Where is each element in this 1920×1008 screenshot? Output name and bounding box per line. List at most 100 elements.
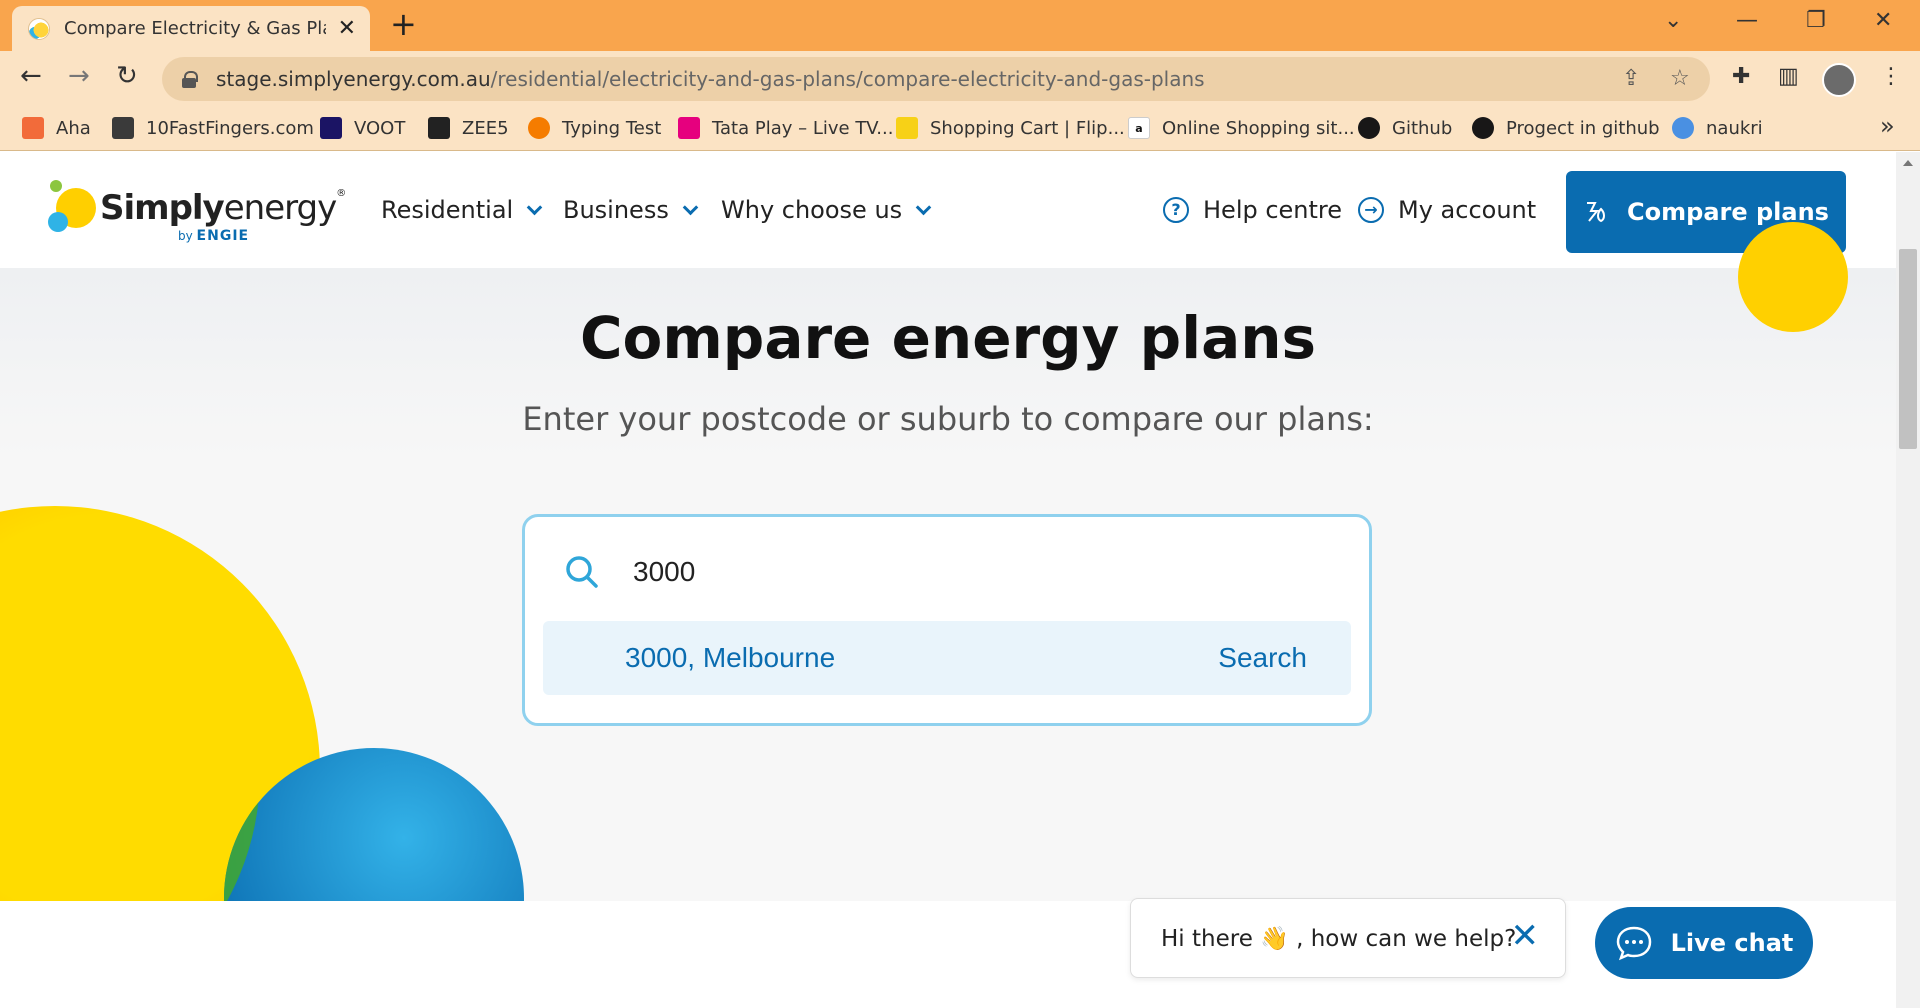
suggestion-item[interactable]: 3000, Melbourne Search [543, 621, 1351, 695]
question-circle-icon: ? [1163, 197, 1189, 223]
bookmark-label: Aha [56, 117, 91, 139]
tab-title: Compare Electricity & Gas Plans | [64, 18, 326, 39]
site-header: Simplyenergy® by ENGIE Residential Busin… [0, 152, 1896, 268]
live-chat-label: Live chat [1670, 929, 1794, 957]
suggestion-search-link[interactable]: Search [1218, 642, 1307, 674]
scroll-thumb[interactable] [1899, 249, 1917, 449]
bookmark-label: Github [1392, 117, 1453, 139]
bookmark-label: VOOT [354, 117, 406, 139]
nav-why-choose-us[interactable]: Why choose us [721, 196, 932, 224]
hero-section: Compare energy plans Enter your postcode… [0, 268, 1896, 901]
logo-wordmark: Simplyenergy® [100, 188, 346, 228]
back-arrow-icon[interactable]: ← [20, 63, 42, 89]
chrome-menu-icon[interactable]: ⋮ [1880, 64, 1902, 89]
side-panel-icon[interactable]: ▥ [1778, 64, 1799, 89]
10fastfingers-icon [112, 117, 134, 139]
bookmark-item[interactable]: Shopping Cart | Flip... [896, 117, 1125, 139]
chevron-down-icon [915, 199, 932, 215]
extensions-puzzle-icon[interactable]: ✚ [1732, 64, 1750, 89]
bookmarks-more-button[interactable]: » [1880, 112, 1895, 140]
postcode-search-input[interactable] [633, 556, 1233, 588]
reload-icon[interactable]: ↻ [116, 63, 138, 89]
suggestion-text: 3000, Melbourne [625, 642, 836, 673]
my-account-link[interactable]: → My account [1358, 196, 1536, 224]
bookmark-item[interactable]: 10FastFingers.com [112, 117, 314, 139]
bookmarks-bar: Aha 10FastFingers.com VOOT ZEE5 Typing T… [0, 107, 1920, 151]
page-scrollbar[interactable] [1896, 152, 1920, 1008]
bookmark-item[interactable]: Tata Play – Live TV... [678, 117, 893, 139]
naukri-icon [1672, 117, 1694, 139]
bookmark-item[interactable]: naukri [1672, 117, 1763, 139]
bookmark-item[interactable]: Typing Test [528, 117, 661, 139]
forward-arrow-icon[interactable]: → [68, 63, 90, 89]
bookmark-item[interactable]: Progect in github [1472, 117, 1660, 139]
github-icon [1358, 117, 1380, 139]
flipkart-icon [896, 117, 918, 139]
tab-close-icon[interactable]: ✕ [338, 17, 356, 40]
aha-icon [22, 117, 44, 139]
chat-close-icon[interactable]: ✕ [1511, 919, 1540, 953]
simply-energy-logo[interactable]: Simplyenergy® by ENGIE [46, 178, 346, 244]
bookmark-label: naukri [1706, 117, 1763, 139]
nav-label: Business [563, 196, 669, 224]
live-chat-button[interactable]: Live chat [1595, 907, 1813, 979]
amazon-icon: a [1128, 117, 1150, 139]
bookmark-label: 10FastFingers.com [146, 117, 314, 139]
address-bar[interactable]: stage.simplyenergy.com.au/residential/el… [162, 57, 1710, 101]
web-page: Simplyenergy® by ENGIE Residential Busin… [0, 152, 1896, 1008]
close-window-icon[interactable]: ✕ [1874, 8, 1892, 33]
chat-greeting-text: Hi there 👋 , how can we help? [1161, 925, 1517, 952]
logo-energy: energy [223, 188, 337, 228]
chevron-down-icon [526, 199, 543, 215]
bookmark-item[interactable]: Aha [22, 117, 91, 139]
energy-compare-icon [1587, 202, 1606, 223]
page-title: Compare energy plans [579, 304, 1317, 372]
profile-avatar[interactable] [1822, 63, 1856, 97]
search-icon [566, 556, 598, 588]
voot-icon [320, 117, 342, 139]
bookmark-star-icon[interactable]: ☆ [1670, 66, 1690, 91]
url-path: /residential/electricity-and-gas-plans/c… [490, 67, 1205, 91]
chevron-down-icon [682, 199, 699, 215]
url-domain: stage.simplyenergy.com.au [216, 67, 491, 91]
nav-business[interactable]: Business [563, 196, 699, 224]
help-centre-label: Help centre [1203, 196, 1343, 224]
github-icon [1472, 117, 1494, 139]
scroll-up-arrow-icon[interactable] [1903, 160, 1913, 166]
site-favicon-icon [28, 17, 50, 40]
browser-tabstrip: Compare Electricity & Gas Plans | ✕ + ⌄ … [0, 0, 1920, 51]
url-text: stage.simplyenergy.com.au/residential/el… [216, 67, 1205, 91]
logo-engie: ENGIE [196, 228, 250, 244]
new-tab-button[interactable]: + [390, 8, 417, 40]
typing-test-icon [528, 117, 550, 139]
bookmark-item[interactable]: a Online Shopping sit... [1128, 117, 1355, 139]
bookmark-label: Typing Test [562, 117, 662, 139]
bookmark-item[interactable]: Github [1358, 117, 1452, 139]
logo-circles-icon [48, 180, 96, 232]
decorative-sun-circle [1738, 222, 1848, 332]
share-icon[interactable]: ⇪ [1622, 66, 1640, 91]
bookmark-label: Tata Play – Live TV... [712, 117, 894, 139]
tab-search-chevron-icon[interactable]: ⌄ [1664, 8, 1682, 33]
bookmark-item[interactable]: VOOT [320, 117, 405, 139]
my-account-label: My account [1398, 196, 1537, 224]
login-arrow-icon: → [1358, 197, 1384, 223]
bookmark-label: ZEE5 [462, 117, 509, 139]
bookmark-item[interactable]: ZEE5 [428, 117, 509, 139]
bookmark-label: Online Shopping sit... [1162, 117, 1355, 139]
browser-tab[interactable]: Compare Electricity & Gas Plans | ✕ [12, 6, 370, 51]
restore-icon[interactable]: ❐ [1806, 8, 1826, 33]
bookmark-label: Shopping Cart | Flip... [930, 117, 1125, 139]
zee5-icon [428, 117, 450, 139]
nav-label: Residential [381, 196, 514, 224]
nav-label: Why choose us [721, 196, 903, 224]
lock-icon [182, 71, 198, 88]
tata-play-icon [678, 117, 700, 139]
nav-residential[interactable]: Residential [381, 196, 543, 224]
chat-bubble-icon [1616, 926, 1651, 961]
postcode-search-card: 3000, Melbourne Search [522, 514, 1372, 726]
help-centre-link[interactable]: ? Help centre [1163, 196, 1342, 224]
page-subtitle: Enter your postcode or suburb to compare… [522, 400, 1374, 438]
chat-greeting-bubble: Hi there 👋 , how can we help? ✕ [1130, 898, 1566, 978]
minimize-icon[interactable]: — [1736, 8, 1758, 33]
